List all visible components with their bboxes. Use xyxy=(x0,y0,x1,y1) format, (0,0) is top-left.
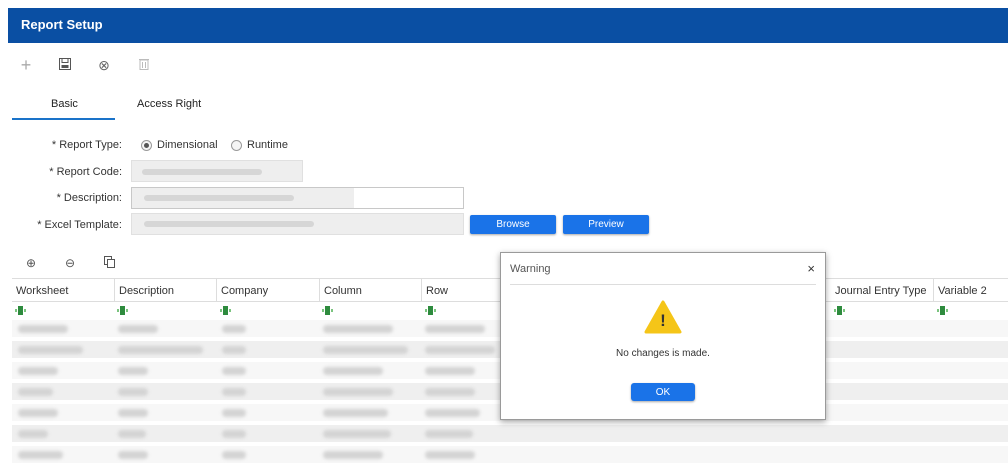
redacted-text xyxy=(144,195,294,201)
warning-icon: ! xyxy=(644,300,682,334)
copy-row-icon[interactable] xyxy=(104,256,115,271)
add-icon[interactable]: + xyxy=(19,56,33,74)
radio-runtime[interactable] xyxy=(231,140,242,151)
radio-dimensional-label: Dimensional xyxy=(157,139,218,151)
table-row[interactable] xyxy=(12,425,1008,442)
excel-filter-icon[interactable] xyxy=(117,306,128,315)
description-field[interactable] xyxy=(131,187,464,209)
column-header[interactable]: Column xyxy=(320,279,422,301)
report-code-label: * Report Code: xyxy=(49,166,122,178)
dialog-divider xyxy=(510,284,816,285)
excel-template-field[interactable] xyxy=(131,213,464,235)
radio-runtime-label: Runtime xyxy=(247,139,288,151)
column-header[interactable]: Journal Entry Type xyxy=(831,279,934,301)
redacted-text xyxy=(144,221,314,227)
tab-access-right[interactable]: Access Right xyxy=(137,98,201,110)
dialog-title: Warning xyxy=(510,263,551,275)
title-bar: Report Setup xyxy=(8,8,1008,43)
ok-button[interactable]: OK xyxy=(631,383,695,401)
dialog-message: No changes is made. xyxy=(616,348,710,359)
report-code-field[interactable] xyxy=(131,160,303,182)
table-row[interactable] xyxy=(12,446,1008,463)
column-header[interactable]: Company xyxy=(217,279,320,301)
save-icon[interactable] xyxy=(58,58,72,72)
excel-template-label: * Excel Template: xyxy=(37,219,122,231)
window-title: Report Setup xyxy=(21,17,103,32)
excel-filter-icon[interactable] xyxy=(834,306,845,315)
excel-filter-icon[interactable] xyxy=(425,306,436,315)
column-header[interactable]: Variable 2 xyxy=(934,279,1008,301)
column-header[interactable]: Worksheet xyxy=(12,279,115,301)
warning-dialog: Warning × ! No changes is made. OK xyxy=(500,252,826,420)
excel-filter-icon[interactable] xyxy=(937,306,948,315)
browse-button[interactable]: Browse xyxy=(470,215,556,234)
close-icon[interactable]: × xyxy=(807,261,815,276)
excel-filter-icon[interactable] xyxy=(322,306,333,315)
excel-filter-icon[interactable] xyxy=(220,306,231,315)
radio-dimensional[interactable] xyxy=(141,140,152,151)
add-row-icon[interactable]: ⊕ xyxy=(26,256,36,270)
excel-filter-icon[interactable] xyxy=(15,306,26,315)
active-tab-indicator xyxy=(12,118,115,120)
warning-mark: ! xyxy=(660,311,666,330)
redacted-text xyxy=(142,169,262,175)
remove-row-icon[interactable]: ⊖ xyxy=(65,256,75,270)
preview-button[interactable]: Preview xyxy=(563,215,649,234)
description-label: * Description: xyxy=(56,192,122,204)
column-header[interactable]: Description xyxy=(115,279,217,301)
report-type-label: * Report Type: xyxy=(51,139,122,151)
tab-basic[interactable]: Basic xyxy=(51,98,78,110)
cancel-icon[interactable]: ⊗ xyxy=(97,58,111,72)
delete-icon[interactable] xyxy=(137,58,151,72)
